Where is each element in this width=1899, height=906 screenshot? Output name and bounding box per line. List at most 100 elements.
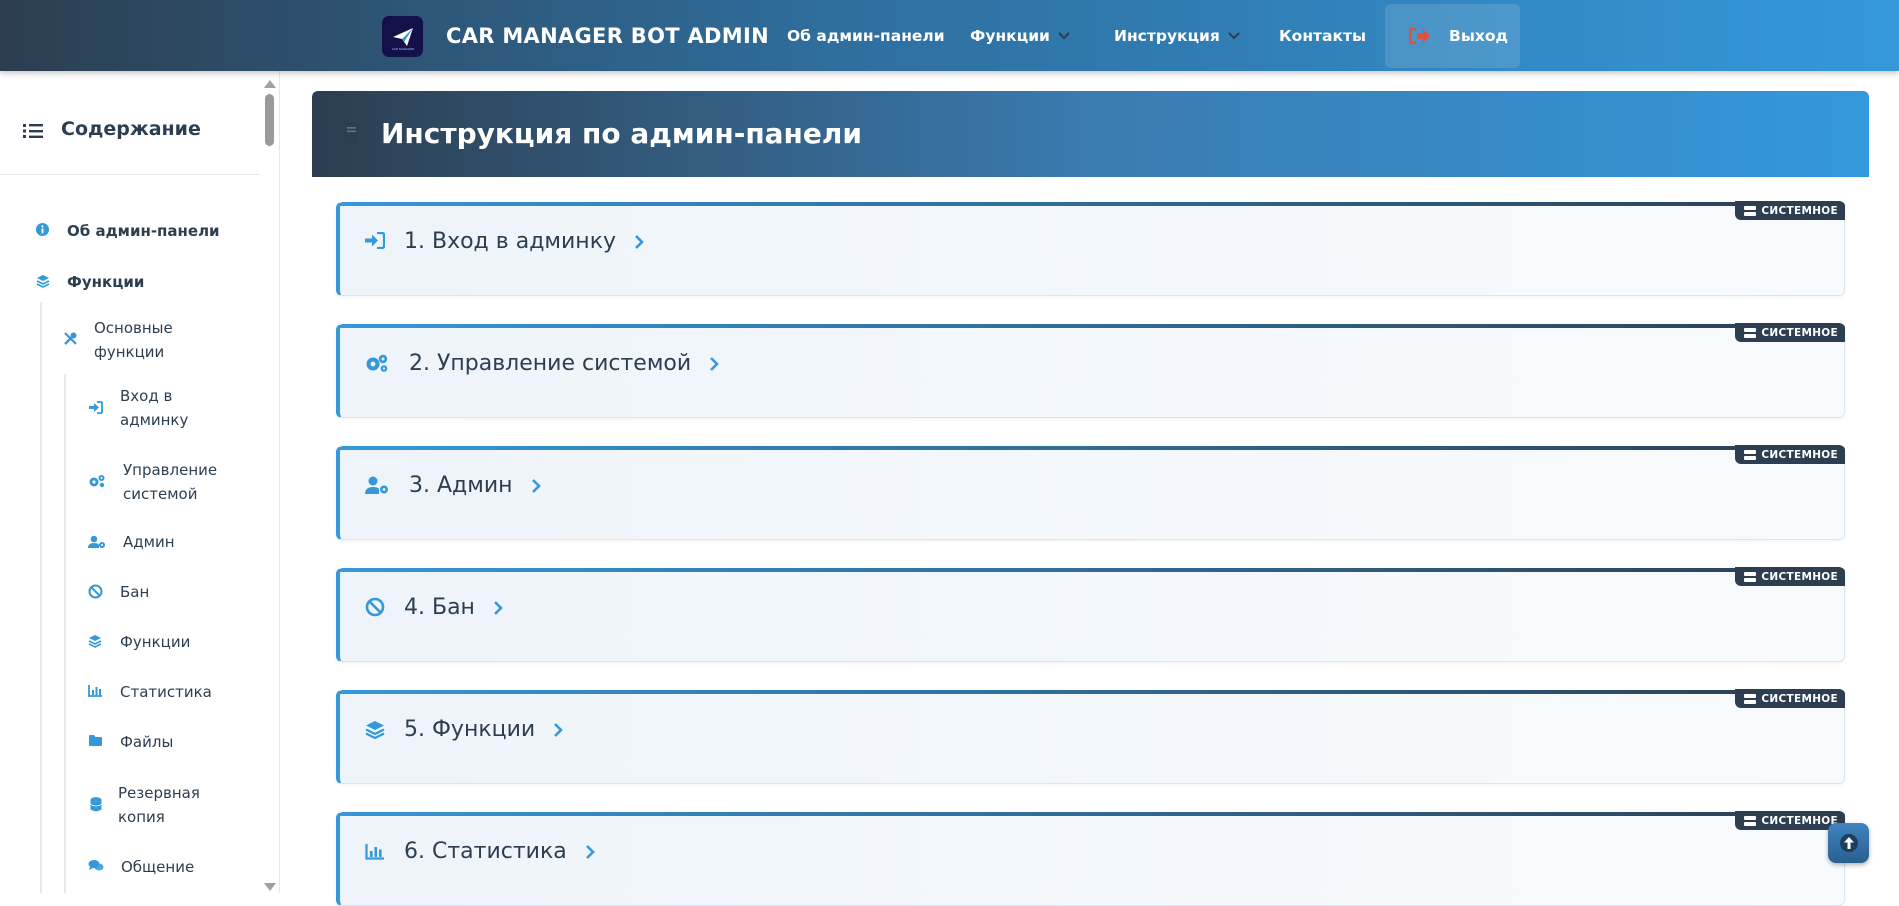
sidebar-item-functions-sub[interactable]: Функции (88, 630, 190, 654)
ban-icon (88, 584, 103, 599)
chevron-right-icon[interactable] (553, 722, 564, 738)
folder-icon (89, 735, 102, 746)
sidebar-item-chat[interactable]: Общение (88, 855, 194, 879)
top-navbar: CAR MANAGER CAR MANAGER BOT ADMIN Об адм… (0, 0, 1899, 71)
chevron-down-icon (1058, 32, 1070, 40)
section-card-system[interactable]: СИСТЕМНОЕ 2. Управление системой (336, 323, 1845, 418)
scroll-down-arrow-icon[interactable] (264, 883, 276, 891)
sidebar-item-ban[interactable]: Бан (88, 580, 149, 604)
badge-label: СИСТЕМНОЕ (1761, 692, 1838, 705)
section-card-ban[interactable]: СИСТЕМНОЕ 4. Бан (336, 567, 1845, 662)
section-card-functions[interactable]: СИСТЕМНОЕ 5. Функции (336, 689, 1845, 784)
sidebar-item-label: Общение (121, 858, 195, 876)
section-title-text: 4. Бан (404, 595, 475, 620)
chevron-right-icon[interactable] (531, 478, 541, 494)
sidebar-item-label: Об админ-панели (67, 222, 220, 240)
chevron-right-icon[interactable] (634, 234, 644, 250)
logo-caption: CAR MANAGER (391, 47, 413, 51)
nav-about[interactable]: Об админ-панели (787, 24, 945, 48)
section-title-text: 5. Функции (404, 717, 536, 742)
section-card-stats[interactable]: СИСТЕМНОЕ 6. Статистика (336, 811, 1845, 906)
badge-label: СИСТЕМНОЕ (1761, 204, 1838, 217)
badge-label: СИСТЕМНОЕ (1761, 448, 1838, 461)
sidebar-item-stats[interactable]: Статистика (88, 680, 212, 704)
section-card-login[interactable]: СИСТЕМНОЕ 1. Вход в админку (336, 201, 1845, 296)
chevron-right-icon[interactable] (585, 844, 595, 860)
server-icon (1744, 693, 1757, 704)
nav-contacts[interactable]: Контакты (1279, 24, 1366, 48)
book-icon (343, 123, 359, 144)
sidebar-item-label: Вход в админку (120, 387, 189, 429)
user-cog-icon (365, 476, 388, 494)
section-title: 6. Статистика (404, 835, 595, 869)
comments-icon (88, 860, 104, 871)
server-icon (1744, 449, 1757, 460)
brand-title[interactable]: CAR MANAGER BOT ADMIN (446, 22, 769, 50)
sidebar-item-label: Функции (67, 273, 145, 291)
sidebar-title: Содержание (61, 118, 201, 140)
card-top-accent (339, 202, 1845, 206)
server-icon (1744, 815, 1757, 826)
database-icon (90, 797, 102, 812)
ban-icon (365, 597, 385, 617)
brand-logo[interactable]: CAR MANAGER (382, 16, 423, 57)
server-icon (1744, 327, 1757, 338)
sidebar-item-admin[interactable]: Админ (88, 530, 175, 554)
section-title: 1. Вход в админку (404, 225, 644, 259)
sidebar-item-files[interactable]: Файлы (88, 730, 173, 754)
sidebar-scrollbar[interactable] (261, 71, 277, 893)
sidebar-item-main-functions[interactable]: Основные функции (62, 316, 192, 364)
card-top-accent (339, 446, 1845, 450)
sidebar: Содержание Об админ-панели Функции Основ… (0, 71, 280, 893)
nav-about-label: Об админ-панели (787, 27, 945, 45)
badge-label: СИСТЕМНОЕ (1761, 570, 1838, 583)
sidebar-item-about[interactable]: Об админ-панели (36, 219, 220, 243)
server-icon (1744, 571, 1757, 582)
chevron-right-icon[interactable] (493, 600, 503, 616)
status-badge: СИСТЕМНОЕ (1735, 689, 1845, 708)
section-title: 4. Бан (404, 591, 503, 625)
back-to-top-button[interactable] (1828, 823, 1869, 863)
layers-icon (88, 635, 102, 648)
badge-label: СИСТЕМНОЕ (1761, 814, 1838, 827)
chevron-right-icon[interactable] (709, 356, 720, 372)
sidebar-item-label: Основные функции (94, 319, 173, 361)
badge-label: СИСТЕМНОЕ (1761, 326, 1838, 339)
scrollbar-thumb[interactable] (265, 94, 274, 146)
sidebar-item-label: Админ (123, 533, 175, 551)
sign-in-icon (89, 401, 103, 414)
chart-bar-icon (365, 844, 384, 860)
nav-instruction-label: Инструкция (1114, 27, 1220, 45)
tree-line (64, 374, 66, 893)
sidebar-item-label: Управление системой (123, 461, 218, 503)
status-badge: СИСТЕМНОЕ (1735, 201, 1845, 220)
cogs-icon (366, 354, 388, 372)
sidebar-item-login[interactable]: Вход в админку (88, 384, 198, 432)
logout-label: Выход (1449, 27, 1508, 45)
arrow-up-icon (1839, 834, 1858, 852)
tree-line (40, 302, 42, 893)
nav-functions-label: Функции (970, 27, 1050, 45)
nav-contacts-label: Контакты (1279, 27, 1366, 45)
card-top-accent (339, 812, 1845, 816)
sidebar-item-system[interactable]: Управление системой (88, 458, 218, 506)
sign-out-icon (1409, 27, 1430, 45)
nav-functions[interactable]: Функции (970, 24, 1070, 48)
section-card-admin[interactable]: СИСТЕМНОЕ 3. Админ (336, 445, 1845, 540)
logout-button[interactable]: Выход (1385, 4, 1520, 68)
layers-icon (365, 721, 385, 739)
status-badge: СИСТЕМНОЕ (1735, 323, 1845, 342)
nav-instruction[interactable]: Инструкция (1114, 24, 1240, 48)
sidebar-item-label: Резервная копия (118, 784, 200, 826)
info-circle-icon (36, 223, 49, 236)
layers-icon (36, 275, 50, 288)
sidebar-item-backup[interactable]: Резервная копия (88, 781, 208, 829)
sidebar-item-functions[interactable]: Функции (36, 270, 144, 294)
sidebar-item-label: Бан (120, 583, 150, 601)
sidebar-header: Содержание (0, 71, 260, 175)
server-icon (1744, 205, 1757, 216)
page-header: Инструкция по админ-панели (312, 91, 1869, 177)
section-title: 3. Админ (409, 469, 541, 503)
card-top-accent (339, 568, 1845, 572)
scroll-up-arrow-icon[interactable] (264, 80, 276, 88)
